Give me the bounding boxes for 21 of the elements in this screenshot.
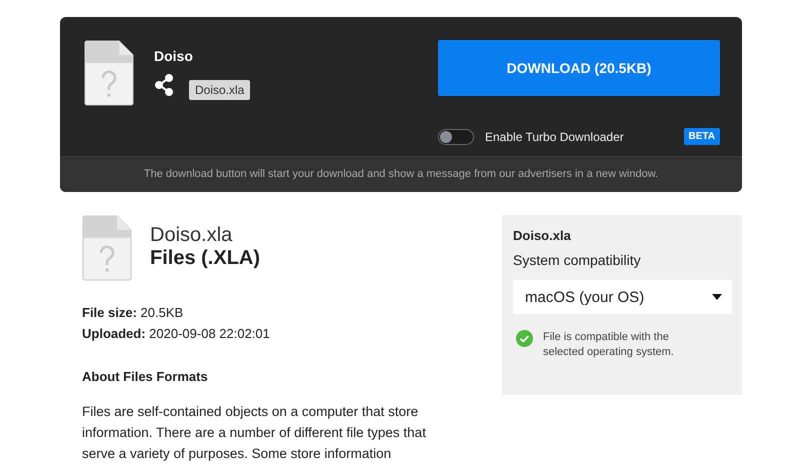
about-paragraph: Files are self-contained objects on a computer that store information. There are a number of different file types that serve a variety of purposes. Some store information [82,403,427,463]
download-button[interactable]: DOWNLOAD (20.5KB) [438,40,720,96]
tooltip: Doiso.xla [189,80,250,100]
file-name: Doiso [154,48,193,64]
os-select[interactable]: macOS (your OS) [513,280,732,314]
file-detail: Uploaded: 2020-09-08 22:02:01 [82,326,271,341]
file-title: Doiso.xla [150,224,234,247]
panel-title: Doiso.xla [513,228,572,243]
file-type: Files (.XLA) [150,247,260,270]
unknown-file-icon [82,215,132,281]
beta-badge: BETA [684,128,720,145]
field-label: System compatibility [513,252,642,268]
unknown-file-icon [84,40,134,106]
file-detail: File size: 20.5KB [82,305,184,320]
caret-icon [712,294,722,300]
section-heading: About Files Formats [82,369,209,384]
download-notice: The download button will start your download and show a message from our advertisers in a new window. [60,156,742,192]
toggle-label: Enable Turbo Downloader [485,130,625,144]
compat-message: File is compatible with the selected operating system. [543,330,675,360]
share-icon[interactable] [154,74,174,96]
turbo-toggle[interactable] [438,128,474,144]
